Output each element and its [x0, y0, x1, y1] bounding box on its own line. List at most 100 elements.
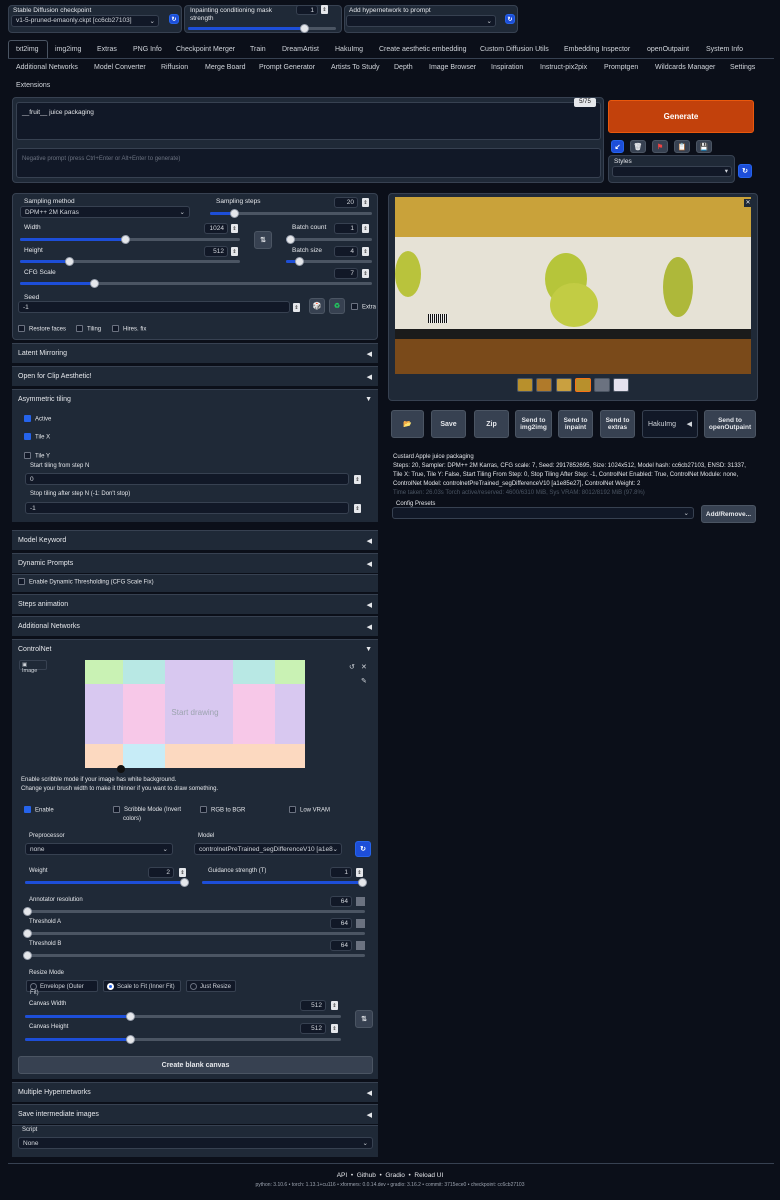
- controlnet-accordion[interactable]: ControlNet ▼: [12, 639, 378, 659]
- asym-tile-y-checkbox[interactable]: Tile Y: [24, 452, 50, 459]
- gallery-thumbnail[interactable]: [556, 378, 572, 392]
- gallery-thumbnail[interactable]: [536, 378, 552, 392]
- styles-clipboard-button[interactable]: 📋: [674, 140, 690, 153]
- dynamic-prompts-accordion[interactable]: Dynamic Prompts ◀: [12, 553, 378, 573]
- asym-start-stepper[interactable]: ⇕: [354, 475, 361, 484]
- slider-knob[interactable]: [65, 257, 74, 266]
- width-slider[interactable]: [20, 235, 240, 244]
- asym-start-input[interactable]: 0: [25, 473, 349, 485]
- annotator-slider[interactable]: [23, 907, 365, 916]
- asym-stop-input[interactable]: -1: [25, 502, 349, 514]
- tab-wildcards-manager[interactable]: Wildcards Manager: [655, 64, 715, 71]
- sampling-steps-input[interactable]: 20: [334, 197, 358, 208]
- cfg-input[interactable]: 7: [334, 268, 358, 279]
- tab-train[interactable]: Train: [250, 46, 266, 53]
- asym-stop-stepper[interactable]: ⇕: [354, 504, 361, 513]
- tiling-checkbox[interactable]: Tiling: [76, 325, 101, 332]
- slider-knob[interactable]: [358, 878, 367, 887]
- threshold-a-slider[interactable]: [23, 929, 365, 938]
- hires-fix-checkbox[interactable]: Hires. fix: [112, 325, 146, 332]
- extra-checkbox[interactable]: Extra: [351, 303, 376, 310]
- slider-knob[interactable]: [295, 257, 304, 266]
- resize-scale-radio[interactable]: Scale to Fit (Inner Fit): [103, 980, 181, 992]
- slider-knob[interactable]: [23, 929, 32, 938]
- seed-input[interactable]: -1: [18, 301, 290, 313]
- swap-canvas-button[interactable]: ⇅: [355, 1010, 373, 1028]
- tab-extensions[interactable]: Extensions: [16, 82, 50, 89]
- guidance-input[interactable]: 1: [330, 867, 352, 878]
- tab-img2img[interactable]: img2img: [55, 46, 81, 53]
- send-to-inpaint-button[interactable]: Send to inpaint: [558, 410, 593, 438]
- refresh-hypernetwork-button[interactable]: ↻: [505, 14, 515, 24]
- tab-riffusion[interactable]: Riffusion: [161, 64, 188, 71]
- negative-prompt-input[interactable]: Negative prompt (press Ctrl+Enter or Alt…: [16, 148, 601, 178]
- tab-txt2img[interactable]: txt2img: [16, 46, 39, 53]
- generated-image[interactable]: [395, 197, 751, 374]
- model-select[interactable]: controlnetPreTrained_segDifferenceV10 [a…: [194, 843, 342, 855]
- preprocessor-select[interactable]: none ⌄: [25, 843, 173, 855]
- save-intermediate-accordion[interactable]: Save intermediate images ◀: [12, 1104, 378, 1124]
- slider-knob[interactable]: [126, 1012, 135, 1021]
- checkbox[interactable]: [18, 325, 25, 332]
- close-image-icon[interactable]: ✕: [744, 199, 752, 207]
- canvas-width-slider[interactable]: [25, 1012, 341, 1021]
- tab-checkpoint-merger[interactable]: Checkpoint Merger: [176, 46, 235, 53]
- checkbox[interactable]: [113, 806, 120, 813]
- footer-api-link[interactable]: API: [337, 1172, 347, 1179]
- model-keyword-accordion[interactable]: Model Keyword ◀: [12, 530, 378, 550]
- scribble-mode-checkbox[interactable]: Scribble Mode (Invert colors): [113, 806, 191, 824]
- tab-promptgen[interactable]: Promptgen: [604, 64, 638, 71]
- threshold-b-slider[interactable]: [23, 951, 365, 960]
- asymmetric-tiling-accordion[interactable]: Asymmetric tiling ▼: [12, 389, 378, 409]
- tab-create-aesthetic-embedding[interactable]: Create aesthetic embedding: [379, 46, 467, 53]
- sampling-steps-stepper[interactable]: ⇕: [362, 198, 369, 207]
- reuse-seed-button[interactable]: ♻: [329, 298, 345, 314]
- controlnet-canvas[interactable]: Start drawing: [85, 660, 305, 768]
- add-remove-presets-button[interactable]: Add/Remove...: [701, 505, 756, 523]
- footer-gradio-link[interactable]: Gradio: [385, 1172, 405, 1179]
- guidance-stepper[interactable]: ⇕: [356, 868, 363, 877]
- batch-count-input[interactable]: 1: [334, 223, 358, 234]
- width-stepper[interactable]: ⇕: [231, 224, 238, 233]
- threshold-a-stepper[interactable]: [356, 919, 365, 928]
- slider-knob[interactable]: [286, 235, 295, 244]
- tab-artists-to-study[interactable]: Artists To Study: [331, 64, 380, 71]
- tab-additional-networks[interactable]: Additional Networks: [16, 64, 78, 71]
- hypernetwork-select[interactable]: ⌄: [346, 15, 496, 27]
- save-style-button[interactable]: 💾: [696, 140, 712, 153]
- width-input[interactable]: 1024: [204, 223, 228, 234]
- mask-strength-input[interactable]: 1: [296, 5, 318, 15]
- seed-stepper[interactable]: ⇕: [293, 303, 300, 312]
- batch-count-slider[interactable]: [286, 235, 372, 244]
- batch-count-stepper[interactable]: ⇕: [362, 224, 369, 233]
- weight-input[interactable]: 2: [148, 867, 174, 878]
- refresh-styles-button[interactable]: ↻: [738, 164, 752, 178]
- tab-dreamartist[interactable]: DreamArtist: [282, 46, 319, 53]
- send-to-openoutpaint-button[interactable]: Send to openOutpaint: [704, 410, 756, 438]
- tab-depth[interactable]: Depth: [394, 64, 413, 71]
- additional-networks-accordion[interactable]: Additional Networks ◀: [12, 616, 378, 636]
- checkpoint-select[interactable]: v1-5-pruned-emaonly.ckpt [cc6cb27103] ⌄: [11, 15, 159, 27]
- open-folder-button[interactable]: 📂: [391, 410, 424, 438]
- gallery-thumbnail[interactable]: [594, 378, 610, 392]
- slider-knob[interactable]: [23, 951, 32, 960]
- checkbox[interactable]: [18, 578, 25, 585]
- footer-github-link[interactable]: Github: [357, 1172, 376, 1179]
- checkbox[interactable]: [24, 452, 31, 459]
- paste-params-button[interactable]: ↙: [611, 140, 624, 153]
- canvas-width-stepper[interactable]: ⇕: [331, 1001, 338, 1010]
- checkbox[interactable]: [24, 433, 31, 440]
- clear-prompt-button[interactable]: 🗑: [630, 140, 646, 153]
- tab-inspiration[interactable]: Inspiration: [491, 64, 523, 71]
- script-select[interactable]: None ⌄: [18, 1137, 373, 1149]
- brush-icon[interactable]: ✎: [361, 677, 367, 685]
- refresh-models-button[interactable]: ↻: [355, 841, 371, 857]
- tab-merge-board[interactable]: Merge Board: [205, 64, 245, 71]
- dynamic-threshold-checkbox[interactable]: Enable Dynamic Thresholding (CFG Scale F…: [18, 578, 154, 585]
- low-vram-checkbox[interactable]: Low VRAM: [289, 806, 330, 813]
- gallery-thumbnail[interactable]: [575, 378, 591, 392]
- canvas-height-slider[interactable]: [25, 1035, 341, 1044]
- generate-button[interactable]: Generate: [608, 100, 754, 133]
- height-slider[interactable]: [20, 257, 240, 266]
- checkbox[interactable]: [112, 325, 119, 332]
